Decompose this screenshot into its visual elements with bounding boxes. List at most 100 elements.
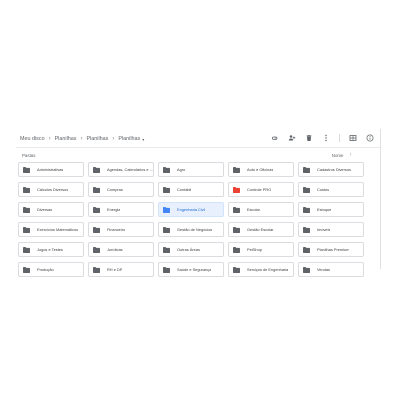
shared-folder-icon bbox=[163, 206, 170, 213]
folder-item[interactable]: Cálculos Diversos bbox=[18, 182, 84, 197]
folder-name: Saúde e Segurança bbox=[177, 267, 212, 272]
folder-icon bbox=[23, 246, 30, 253]
folder-name: Custos bbox=[317, 187, 330, 192]
folder-item[interactable]: Diversas bbox=[18, 202, 84, 217]
breadcrumb-item[interactable]: Planilhas bbox=[86, 136, 108, 142]
folder-name: Gestão Escolar bbox=[247, 227, 274, 232]
folder-icon bbox=[93, 166, 100, 173]
folder-item[interactable]: Jurídicas bbox=[88, 242, 154, 257]
chevron-down-icon[interactable]: ▾ bbox=[142, 137, 144, 142]
folder-icon bbox=[93, 266, 100, 273]
folder-item[interactable]: Exercícios Matemáticos bbox=[18, 222, 84, 237]
folder-icon bbox=[303, 226, 310, 233]
folder-icon bbox=[303, 206, 310, 213]
folder-icon bbox=[93, 206, 100, 213]
toolbar-divider bbox=[339, 134, 340, 142]
folder-item[interactable]: Gestão Escolar bbox=[228, 222, 294, 237]
folder-item[interactable]: Jogos e Testes bbox=[18, 242, 84, 257]
folder-item[interactable]: Contábil bbox=[158, 182, 224, 197]
folder-name: Compras bbox=[107, 187, 123, 192]
trash-icon[interactable] bbox=[305, 134, 313, 142]
folder-name: Produção bbox=[37, 267, 54, 272]
add-person-icon[interactable] bbox=[288, 134, 296, 142]
folder-item[interactable]: Serviços de Engenharia bbox=[228, 262, 294, 277]
folder-name: Contábil bbox=[177, 187, 192, 192]
grid-view-icon[interactable] bbox=[349, 134, 357, 142]
folder-item[interactable]: Custos bbox=[298, 182, 364, 197]
info-icon[interactable] bbox=[366, 134, 374, 142]
folder-item[interactable]: Financeiro bbox=[88, 222, 154, 237]
folder-icon bbox=[303, 166, 310, 173]
folder-icon bbox=[233, 226, 240, 233]
folder-icon bbox=[23, 226, 30, 233]
folder-icon bbox=[233, 206, 240, 213]
folder-name: Escolar bbox=[247, 207, 260, 212]
folder-name: Estoque bbox=[317, 207, 332, 212]
chevron-right-icon: › bbox=[80, 136, 83, 142]
folder-name: Outras Áreas bbox=[177, 247, 200, 252]
folder-item[interactable]: Estoque bbox=[298, 202, 364, 217]
folder-item[interactable]: Saúde e Segurança bbox=[158, 262, 224, 277]
breadcrumb-root[interactable]: Meu disco bbox=[20, 136, 45, 142]
folder-item[interactable]: Administrativas bbox=[18, 162, 84, 177]
link-icon[interactable] bbox=[271, 134, 279, 142]
folder-name: PetShop bbox=[247, 247, 262, 252]
folder-icon bbox=[93, 186, 100, 193]
folder-name: Controle PRO bbox=[247, 187, 272, 192]
folder-item[interactable]: PetShop bbox=[228, 242, 294, 257]
folder-item[interactable]: Engenharia Civil bbox=[158, 202, 224, 217]
folder-name: Cadastros Diversos bbox=[317, 167, 351, 172]
top-bar: Meu disco › Planilhas › Planilhas › Plan… bbox=[16, 129, 380, 148]
folder-item[interactable]: Agro bbox=[158, 162, 224, 177]
folder-name: Agendas, Calendários e ... bbox=[107, 167, 153, 172]
section-title: Pastas bbox=[22, 153, 36, 158]
folder-item[interactable]: Agendas, Calendários e ... bbox=[88, 162, 154, 177]
folder-icon bbox=[23, 206, 30, 213]
sort-control[interactable]: Nome ↑ bbox=[332, 152, 352, 158]
folder-item[interactable]: Auto e Oficinas bbox=[228, 162, 294, 177]
folder-item[interactable]: Controle PRO bbox=[228, 182, 294, 197]
folder-icon bbox=[163, 166, 170, 173]
folder-name: Jogos e Testes bbox=[37, 247, 63, 252]
folder-item[interactable]: Imóveis bbox=[298, 222, 364, 237]
sort-arrow-icon[interactable]: ↑ bbox=[350, 152, 353, 158]
folder-icon bbox=[163, 266, 170, 273]
folder-name: Gestão de Negócios bbox=[177, 227, 213, 232]
folder-icon bbox=[23, 266, 30, 273]
folder-name: Jurídicas bbox=[107, 247, 123, 252]
folder-grid: Administrativas Agendas, Calendários e ..… bbox=[18, 162, 374, 277]
folder-icon bbox=[303, 266, 310, 273]
folder-item[interactable]: Gestão de Negócios bbox=[158, 222, 224, 237]
folder-name: Imóveis bbox=[317, 227, 331, 232]
chevron-right-icon: › bbox=[48, 136, 51, 142]
folder-icon bbox=[233, 266, 240, 273]
folder-item[interactable]: Compras bbox=[88, 182, 154, 197]
folder-icon bbox=[23, 186, 30, 193]
folder-item[interactable]: Energia bbox=[88, 202, 154, 217]
folder-name: Serviços de Engenharia bbox=[247, 267, 289, 272]
folder-name: Engenharia Civil bbox=[177, 207, 206, 212]
folder-icon bbox=[303, 186, 310, 193]
sort-label[interactable]: Nome bbox=[332, 153, 344, 158]
more-vert-icon[interactable] bbox=[322, 134, 330, 142]
folder-icon bbox=[233, 166, 240, 173]
breadcrumb: Meu disco › Planilhas › Planilhas › Plan… bbox=[20, 134, 144, 144]
folder-item[interactable]: Escolar bbox=[228, 202, 294, 217]
folder-icon bbox=[233, 246, 240, 253]
folder-item[interactable]: Produção bbox=[18, 262, 84, 277]
folder-name: Energia bbox=[107, 207, 121, 212]
folder-item[interactable]: Outras Áreas bbox=[158, 242, 224, 257]
folder-name: Vendas bbox=[317, 267, 330, 272]
folder-item[interactable]: Vendas bbox=[298, 262, 364, 277]
folder-item[interactable]: RH e DP bbox=[88, 262, 154, 277]
folder-item[interactable]: Cadastros Diversos bbox=[298, 162, 364, 177]
folder-icon bbox=[93, 226, 100, 233]
toolbar bbox=[271, 133, 374, 143]
folder-name: Cálculos Diversos bbox=[37, 187, 69, 192]
breadcrumb-current[interactable]: Planilhas bbox=[118, 136, 140, 142]
folder-name: Agro bbox=[177, 167, 186, 172]
folder-name: Exercícios Matemáticos bbox=[37, 227, 79, 232]
folder-item[interactable]: Planilhas Premium bbox=[298, 242, 364, 257]
breadcrumb-item[interactable]: Planilhas bbox=[55, 136, 77, 142]
folder-icon bbox=[23, 166, 30, 173]
